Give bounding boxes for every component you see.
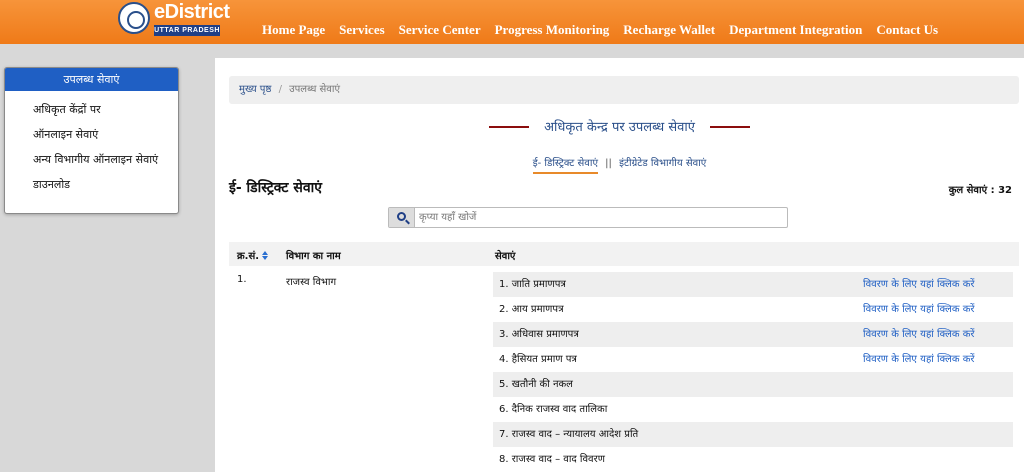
- search-box: [388, 207, 788, 228]
- nav-progress-monitoring[interactable]: Progress Monitoring: [495, 22, 610, 38]
- service-label: 3. अधिवास प्रमाणपत्र: [499, 329, 579, 340]
- total-services-count: कुल सेवाएं : 32: [948, 185, 1012, 196]
- main-nav: Home Page Services Service Center Progre…: [262, 22, 952, 38]
- main-panel: मुख्य पृष्ठ / उपलब्ध सेवाएं अधिकृत केन्द…: [215, 58, 1024, 472]
- service-row: 7. राजस्व वाद – न्यायालय आदेश प्रति: [493, 422, 1013, 447]
- department-name: राजस्व विभाग: [286, 277, 337, 288]
- service-label: 1. जाति प्रमाणपत्र: [499, 279, 566, 290]
- nav-services[interactable]: Services: [339, 22, 384, 38]
- breadcrumb: मुख्य पृष्ठ / उपलब्ध सेवाएं: [229, 76, 1019, 104]
- service-row: 6. दैनिक राजस्व वाद तालिका: [493, 397, 1013, 422]
- brand-name: eDistrict: [154, 1, 230, 23]
- sort-icon[interactable]: [262, 251, 269, 260]
- search-button[interactable]: [389, 208, 415, 227]
- sidebar-item-online-services[interactable]: ऑनलाइन सेवाएं: [33, 126, 178, 151]
- table-header: क्र.सं. विभाग का नाम सेवाएं: [229, 242, 1019, 266]
- nav-home-page[interactable]: Home Page: [262, 22, 325, 38]
- tab-separator: ||: [605, 158, 612, 169]
- nav-contact-us[interactable]: Contact Us: [876, 22, 938, 38]
- breadcrumb-separator: /: [278, 84, 282, 95]
- service-tabs: ई- डिस्ट्रिक्ट सेवाएं || इंटीग्रेटेड विभ…: [215, 155, 1024, 174]
- breadcrumb-current: उपलब्ध सेवाएं: [289, 84, 340, 95]
- header-sno-label: क्र.सं.: [237, 251, 260, 262]
- services-list: 1. जाति प्रमाणपत्र विवरण के लिए यहां क्ल…: [493, 272, 1013, 472]
- service-row: 1. जाति प्रमाणपत्र विवरण के लिए यहां क्ल…: [493, 272, 1013, 297]
- service-detail-link[interactable]: विवरण के लिए यहां क्लिक करें: [863, 322, 974, 347]
- service-detail-link[interactable]: विवरण के लिए यहां क्लिक करें: [863, 297, 974, 322]
- service-detail-link[interactable]: विवरण के लिए यहां क्लिक करें: [863, 272, 974, 297]
- search-icon: [397, 212, 406, 221]
- top-header: eDistrict UTTAR PRADESH Home Page Servic…: [0, 0, 1024, 44]
- tab-edistrict-services[interactable]: ई- डिस्ट्रिक्ट सेवाएं: [532, 158, 598, 174]
- nav-department-integration[interactable]: Department Integration: [729, 22, 862, 38]
- service-row: 5. खतौनी की नकल: [493, 372, 1013, 397]
- service-row: 4. हैसियत प्रमाण पत्र विवरण के लिए यहां …: [493, 347, 1013, 372]
- service-row: 8. राजस्व वाद – वाद विवरण: [493, 447, 1013, 472]
- services-sidebar: उपलब्ध सेवाएं अधिकृत केंद्रों पर ऑनलाइन …: [4, 67, 179, 214]
- sidebar-title: उपलब्ध सेवाएं: [5, 68, 178, 91]
- nav-service-center[interactable]: Service Center: [399, 22, 481, 38]
- service-label: 5. खतौनी की नकल: [499, 379, 573, 390]
- service-row: 2. आय प्रमाणपत्र विवरण के लिए यहां क्लिक…: [493, 297, 1013, 322]
- sidebar-item-download[interactable]: डाउनलोड: [33, 176, 178, 201]
- breadcrumb-home-link[interactable]: मुख्य पृष्ठ: [239, 84, 271, 95]
- service-label: 7. राजस्व वाद – न्यायालय आदेश प्रति: [499, 429, 639, 440]
- search-input[interactable]: [419, 208, 784, 227]
- heading-line-left: [489, 125, 529, 128]
- edistrict-logo[interactable]: eDistrict UTTAR PRADESH: [118, 1, 230, 37]
- sidebar-item-authorized-centers[interactable]: अधिकृत केंद्रों पर: [33, 101, 178, 126]
- page-heading: अधिकृत केन्द्र पर उपलब्ध सेवाएं: [215, 116, 1024, 135]
- sidebar-list: अधिकृत केंद्रों पर ऑनलाइन सेवाएं अन्य वि…: [5, 91, 178, 201]
- service-row: 3. अधिवास प्रमाणपत्र विवरण के लिए यहां क…: [493, 322, 1013, 347]
- service-label: 8. राजस्व वाद – वाद विवरण: [499, 454, 605, 465]
- sidebar-item-other-dept-services[interactable]: अन्य विभागीय ऑनलाइन सेवाएं: [33, 151, 178, 176]
- service-detail-link[interactable]: विवरण के लिए यहां क्लिक करें: [863, 347, 974, 372]
- tab-integrated-services[interactable]: इंटीग्रेटेड विभागीय सेवाएं: [619, 158, 706, 169]
- up-emblem-icon: [118, 2, 150, 34]
- brand-sub: UTTAR PRADESH: [154, 25, 220, 36]
- section-title: ई- डिस्ट्रिक्ट सेवाएं: [229, 180, 322, 196]
- service-label: 6. दैनिक राजस्व वाद तालिका: [499, 404, 608, 415]
- page-title: अधिकृत केन्द्र पर उपलब्ध सेवाएं: [544, 120, 695, 135]
- department-sno: 1.: [237, 274, 247, 285]
- heading-line-right: [709, 125, 750, 128]
- service-label: 2. आय प्रमाणपत्र: [499, 304, 564, 315]
- header-services: सेवाएं: [495, 251, 516, 262]
- header-department: विभाग का नाम: [286, 251, 341, 262]
- header-sno[interactable]: क्र.सं.: [237, 248, 269, 262]
- nav-recharge-wallet[interactable]: Recharge Wallet: [623, 22, 715, 38]
- service-label: 4. हैसियत प्रमाण पत्र: [499, 354, 577, 365]
